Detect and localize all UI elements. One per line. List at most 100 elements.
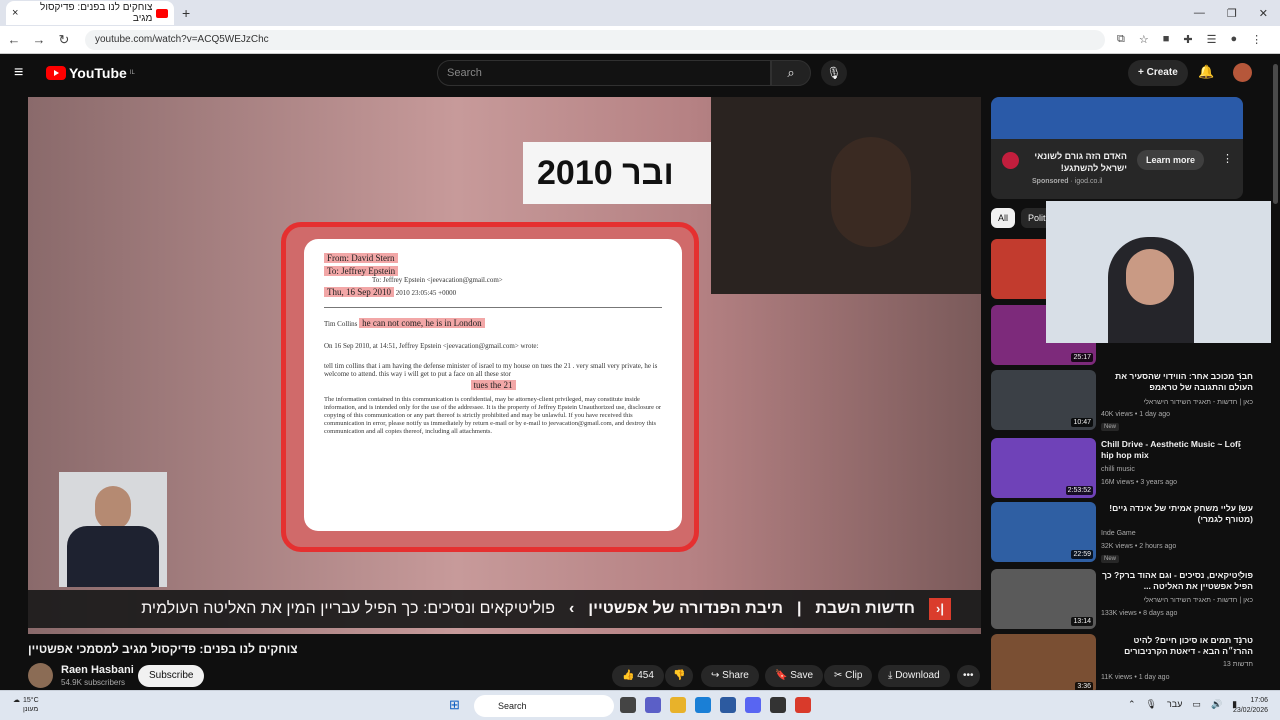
channel-avatar[interactable]	[28, 663, 53, 688]
start-icon[interactable]: ⊞	[449, 697, 470, 713]
ad-sponsored: Sponsored	[1032, 178, 1069, 185]
notifications-bell-icon[interactable]: 🔔	[1198, 64, 1214, 80]
system-tray: ⌃ 🎙 עבר ▭ 🔊 ▮	[1128, 699, 1237, 710]
rec-menu-icon[interactable]: ⋮	[1235, 440, 1245, 451]
more-horizontal-icon: •••	[963, 670, 974, 681]
rec-menu-icon[interactable]: ⋮	[1235, 504, 1245, 515]
clip-button[interactable]: ✂ Clip	[824, 665, 873, 687]
install-app-icon[interactable]: ⧉	[1117, 33, 1125, 46]
new-tab-button[interactable]: +	[182, 5, 190, 21]
bookmark-star-icon[interactable]: ☆	[1139, 33, 1149, 46]
clock-date: 23/02/2026	[1232, 707, 1268, 714]
rec-channel: כאן | חדשות - תאגיד השידור הישראלי	[1143, 399, 1253, 406]
video-thumbnail: 3:36	[991, 634, 1096, 690]
voice-search-button[interactable]: 🎙	[821, 60, 847, 86]
weather-widget[interactable]: ☁ 15°C מעונן	[13, 696, 39, 714]
search-input[interactable]: Search	[437, 60, 771, 86]
ad-menu-icon[interactable]: ⋮	[1222, 152, 1233, 165]
dislike-button[interactable]: 👎	[665, 665, 694, 687]
store-icon[interactable]	[720, 697, 736, 713]
language-indicator[interactable]: עבר	[1167, 699, 1182, 710]
recommendation-item[interactable]: 3:36 טרנד תמים או סיכון חיים? להיט ההרז״…	[991, 634, 1280, 690]
page-scrollbar[interactable]	[1271, 54, 1280, 690]
volume-icon[interactable]: 🔊	[1211, 699, 1222, 710]
file-explorer-icon[interactable]	[670, 697, 686, 713]
weather-temp: 15°C	[23, 697, 39, 704]
rec-title: פוליטיקאים, נסיכים - וגם אהוד ברק? כך הפ…	[1102, 570, 1253, 591]
tab-close-icon[interactable]: ×	[12, 7, 18, 19]
recommendation-item[interactable]: 2:53:52 Chill Drive - Aesthetic Music ~ …	[991, 438, 1280, 500]
rec-channel: chilli music	[1101, 466, 1135, 473]
rec-stats: 32K views • 2 hours ago	[1101, 543, 1177, 550]
tray-overflow-icon[interactable]: ⌃	[1128, 699, 1136, 710]
microphone-tray-icon[interactable]: 🎙	[1146, 699, 1157, 710]
rec-title: Chill Drive - Aesthetic Music ~ Lofi hip…	[1101, 439, 1241, 460]
discord-icon[interactable]	[745, 697, 761, 713]
rec-menu-icon[interactable]: ⋮	[1235, 571, 1245, 582]
ticker-divider: |	[796, 600, 802, 617]
tab-search-icon[interactable]: ☰	[1207, 33, 1217, 46]
browser-menu-icon[interactable]: ⋮	[1251, 33, 1262, 46]
browser-tab[interactable]: צוחקים לנו בפנים: פדיקסול מגיב ×	[6, 1, 174, 25]
duration-badge: 25:17	[1071, 353, 1093, 362]
like-count: 454	[637, 670, 654, 681]
bookmark-icon: 🔖	[775, 670, 788, 681]
taskbar-clock[interactable]: 17:06 23/02/2026	[1228, 696, 1268, 716]
task-view-icon[interactable]	[620, 697, 636, 713]
duration-badge: 22:59	[1071, 550, 1093, 559]
youtube-favicon-icon	[156, 8, 168, 18]
close-window-icon[interactable]: ✕	[1259, 7, 1268, 20]
network-icon[interactable]: ▭	[1192, 699, 1201, 710]
video-thumbnail: 13:14	[991, 569, 1096, 629]
back-icon[interactable]: ←	[3, 32, 25, 47]
pinned-apps	[620, 697, 811, 713]
forward-icon[interactable]: →	[28, 32, 50, 47]
tab-title: צוחקים לנו בפנים: פדיקסול מגיב	[40, 2, 153, 24]
maximize-icon[interactable]: ❐	[1227, 7, 1237, 20]
return-icon: |‹	[929, 598, 951, 620]
save-label: Save	[790, 670, 814, 681]
youtube-logo[interactable]: YouTube IL	[46, 65, 135, 81]
email-date: Thu, 16 Sep 2010	[324, 287, 394, 297]
ticker-channel: חדשות השבת	[815, 600, 915, 617]
rec-menu-icon[interactable]: ⋮	[1235, 636, 1245, 647]
video-player[interactable]: 2010 ובר From: David Stern To: Jeffrey E…	[28, 97, 981, 634]
extensions-area: ⧉ ☆ ■ ✚ ☰ ● ⋮	[1117, 33, 1262, 46]
teams-icon[interactable]	[645, 697, 661, 713]
search-button[interactable]: ⌕	[771, 60, 811, 86]
microphone-icon: 🎙	[826, 66, 842, 80]
guide-menu-icon[interactable]: ≡	[14, 64, 36, 82]
learn-more-button[interactable]: Learn more	[1137, 150, 1205, 170]
ad-sponsored-line: Sponsored · igod.co.il	[1032, 178, 1103, 185]
rec-menu-icon[interactable]: ⋮	[1235, 372, 1245, 383]
recommendation-item[interactable]: 22:59 עשו עליי משחק אמיתי של אינדה גיים!…	[991, 502, 1280, 564]
scrollbar-thumb[interactable]	[1273, 64, 1278, 204]
youtube-header: ≡ YouTube IL Search ⌕ 🎙 + Create 🔔	[0, 54, 1280, 92]
subscribe-button[interactable]: Subscribe	[138, 665, 205, 687]
edge-icon[interactable]	[695, 697, 711, 713]
reload-icon[interactable]: ↻	[53, 32, 75, 48]
create-button[interactable]: + Create	[1128, 60, 1188, 86]
minimize-icon[interactable]: —	[1194, 7, 1205, 20]
windows-taskbar: ☁ 15°C מעונן ⊞ Search ⌃ 🎙 עבר ▭ 🔊 ▮ 17:06…	[0, 690, 1280, 720]
sign-language-interpreter	[59, 472, 167, 587]
url-field[interactable]: youtube.com/watch?v=ACQ5WEJzChc	[85, 29, 1105, 50]
recommendation-item[interactable]: 13:14 פוליטיקאים, נסיכים - וגם אהוד ברק?…	[991, 569, 1280, 631]
extension-icon[interactable]: ■	[1163, 33, 1170, 46]
like-button[interactable]: 👍 454	[612, 665, 664, 687]
obs-icon[interactable]	[770, 697, 786, 713]
new-badge: New	[1101, 423, 1120, 431]
save-button[interactable]: 🔖 Save	[765, 665, 824, 687]
chrome-icon[interactable]	[795, 697, 811, 713]
download-button[interactable]: ⤓ Download	[878, 665, 950, 687]
profile-icon[interactable]: ●	[1230, 33, 1237, 46]
recommendation-item[interactable]: 10:47 חבר מכוכב אחר: הווידוי שהסעיר את ה…	[991, 370, 1280, 432]
sponsored-ad[interactable]: האדם הזה גורם לשונאי ישראל להשתגע! Spons…	[991, 97, 1243, 199]
taskbar-search[interactable]: Search	[474, 695, 614, 717]
account-avatar[interactable]	[1233, 63, 1252, 82]
extensions-puzzle-icon[interactable]: ✚	[1183, 33, 1192, 46]
channel-name[interactable]: Raen Hasbani	[61, 664, 134, 676]
chip-all[interactable]: All	[991, 208, 1016, 228]
more-actions-button[interactable]: •••	[957, 665, 980, 687]
share-button[interactable]: ↪ Share	[701, 665, 759, 687]
